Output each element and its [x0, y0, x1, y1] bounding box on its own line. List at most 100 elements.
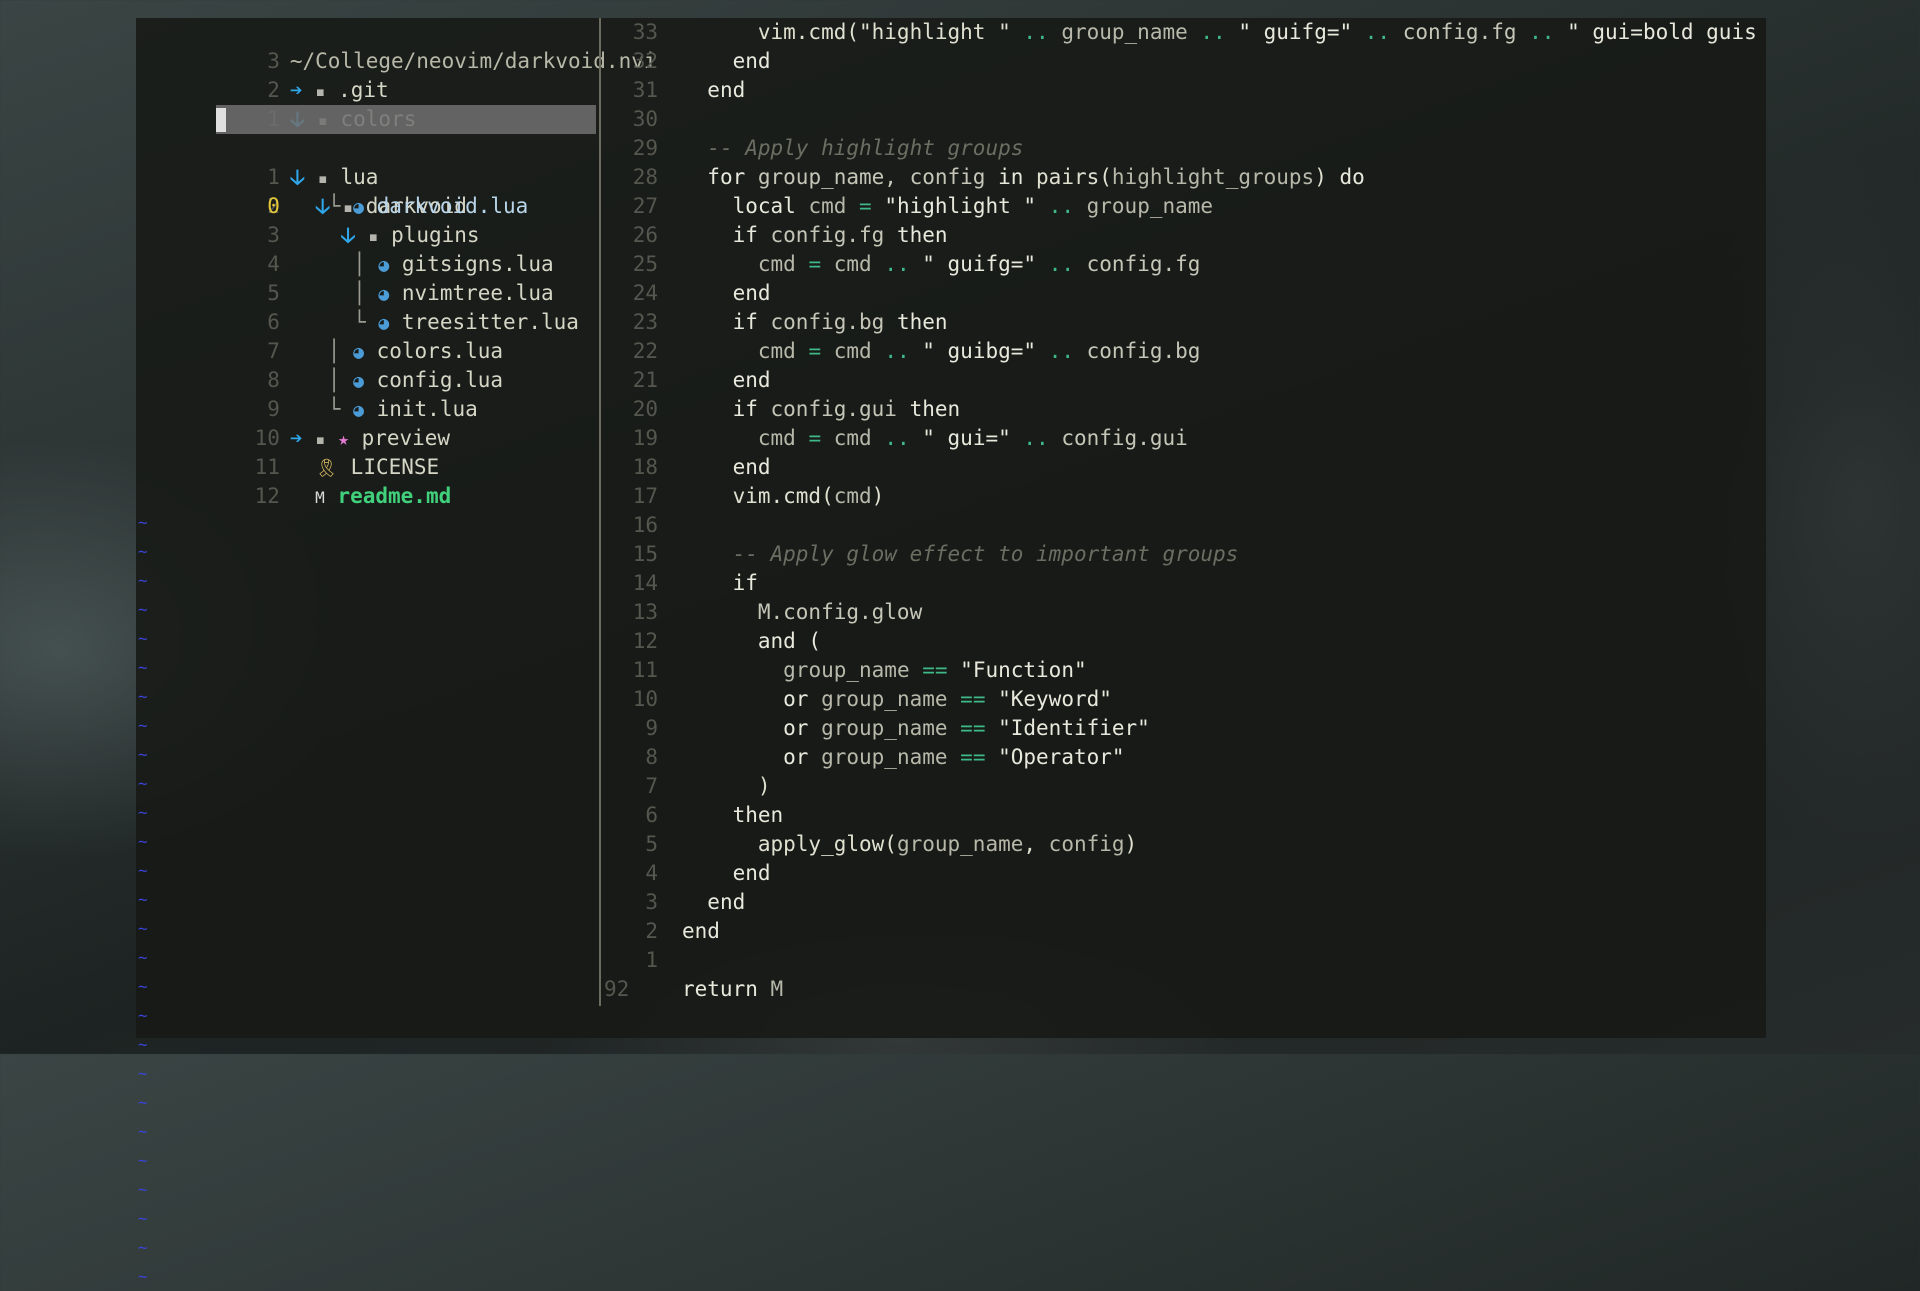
code-line[interactable]: 27 local cmd = "highlight " .. group_nam… — [602, 192, 1766, 221]
code-token: .. — [1516, 20, 1555, 44]
code-line[interactable]: 33 vim.cmd("highlight " .. group_name ..… — [602, 18, 1766, 47]
code-token: cmd — [757, 252, 796, 276]
code-token: group_name — [1073, 194, 1214, 218]
code-token: vim.cmd( — [732, 484, 834, 508]
code-token: then — [884, 310, 948, 334]
tilde-marker: ~ — [138, 1238, 148, 1257]
code-line[interactable]: 14 if — [602, 569, 1766, 598]
code-token: "highlight " — [871, 194, 1037, 218]
line-number: 7 — [645, 774, 658, 798]
code-line[interactable]: 17 vim.cmd(cmd) — [602, 482, 1766, 511]
tilde-marker: ~ — [138, 745, 148, 764]
tree-item-readme[interactable]: 12 M readme.md — [136, 453, 600, 508]
tree-item-treesitter[interactable]: 6 └ ◕ treesitter.lua — [136, 279, 600, 334]
code-line[interactable]: 13 M.config.glow — [602, 598, 1766, 627]
lua-file-icon: ◕ — [353, 197, 364, 218]
code-line[interactable]: 9 or group_name == "Identifier" — [602, 714, 1766, 743]
tree-item-config-lua[interactable]: 8 │ ◕ config.lua — [136, 337, 600, 392]
code-token: cmd — [795, 194, 847, 218]
line-number: 1 — [645, 948, 658, 972]
code-token: config.gui — [757, 397, 897, 421]
neovim-window[interactable]: 3 ~/College/neovim/darkvoid.nvi 2 ➔ ▪ .git… — [136, 18, 1766, 1286]
code-line[interactable]: 5 apply_glow(group_name, config) — [602, 830, 1766, 859]
code-line[interactable]: 28 for group_name, config in pairs(highl… — [602, 163, 1766, 192]
code-line[interactable]: 32 end — [602, 47, 1766, 76]
code-line[interactable]: 3 end — [602, 888, 1766, 917]
code-line[interactable]: 29 -- Apply highlight groups — [602, 134, 1766, 163]
code-token: group_name — [808, 716, 948, 740]
code-line[interactable]: 21 end — [602, 366, 1766, 395]
window-split-divider[interactable] — [599, 18, 601, 1006]
tree-item-gitsigns[interactable]: 4 │ ◕ gitsigns.lua — [136, 221, 600, 276]
tree-item-darkvoid[interactable]: 2 🡣 ▪ darkvoid — [136, 163, 600, 218]
code-token: "Operator" — [985, 745, 1125, 769]
tree-item-label[interactable]: readme.md — [337, 484, 451, 508]
code-line[interactable]: 11 group_name == "Function" — [602, 656, 1766, 685]
code-token: "Identifier" — [985, 716, 1150, 740]
code-line[interactable]: 10 or group_name == "Keyword" — [602, 685, 1766, 714]
code-line[interactable]: 19 cmd = cmd .. " gui=" .. config.gui — [602, 424, 1766, 453]
line-number: 15 — [632, 542, 658, 566]
code-line[interactable]: 2 end — [602, 917, 1766, 946]
code-token: == — [947, 745, 986, 769]
code-token: end — [732, 281, 771, 305]
code-line[interactable]: 12 and ( — [602, 627, 1766, 656]
code-token: .. — [871, 426, 910, 450]
code-token: cmd — [821, 339, 872, 363]
code-line[interactable]: 24 end — [602, 279, 1766, 308]
code-line[interactable]: 25 cmd = cmd .. " guifg=" .. config.fg — [602, 250, 1766, 279]
code-token: "Function" — [947, 658, 1087, 682]
line-number: 26 — [632, 223, 658, 247]
tree-item-preview[interactable]: 10 ➔ ▪ ★ preview — [136, 395, 600, 450]
code-line[interactable]: 15 -- Apply glow effect to important gro… — [602, 540, 1766, 569]
code-line[interactable]: 22 cmd = cmd .. " guibg=" .. config.bg — [602, 337, 1766, 366]
cursor-block — [216, 108, 226, 132]
code-line[interactable]: 7 ) — [602, 772, 1766, 801]
code-line[interactable]: 31 end — [602, 76, 1766, 105]
tree-item-init-lua[interactable]: 9 └ ◕ init.lua — [136, 366, 600, 421]
code-line[interactable]: 18 end — [602, 453, 1766, 482]
code-token: end — [732, 455, 771, 479]
tree-item-git[interactable]: 2 ➔ ▪ .git — [136, 47, 600, 102]
code-token: if — [732, 310, 758, 334]
code-token: group_name — [808, 687, 948, 711]
code-token: for — [707, 165, 746, 189]
code-line[interactable]: 23 if config.bg then — [602, 308, 1766, 337]
nvimtree-pane[interactable]: 3 ~/College/neovim/darkvoid.nvi 2 ➔ ▪ .git… — [136, 18, 657, 1286]
code-line[interactable]: 20 if config.gui then — [602, 395, 1766, 424]
line-number: 12 — [254, 484, 280, 508]
code-line[interactable]: 1 — [602, 946, 1766, 975]
code-token: .. — [1036, 252, 1074, 276]
tilde-marker: ~ — [138, 1122, 148, 1141]
code-line[interactable]: 4 end — [602, 859, 1766, 888]
code-line[interactable]: 26 if config.fg then — [602, 221, 1766, 250]
code-token: " gui=" — [909, 426, 1011, 450]
code-token: in — [985, 165, 1024, 189]
tree-item-darkvoid-lua-selected[interactable]: 0 └ ◕ darkvoid.lua — [136, 105, 600, 218]
code-editor-pane[interactable]: 33 vim.cmd("highlight " .. group_name ..… — [602, 18, 1766, 1038]
line-number: 4 — [645, 861, 658, 885]
tree-item-colors-lua[interactable]: 7 │ ◕ colors.lua — [136, 308, 600, 363]
tree-item-license[interactable]: 11 🎗 LICENSE — [136, 424, 600, 479]
code-token: , — [1023, 832, 1049, 856]
line-number: 31 — [632, 78, 658, 102]
tree-item-lua[interactable]: 1 🡣 ▪ lua — [136, 134, 600, 189]
code-line[interactable]: 8 or group_name == "Operator" — [602, 743, 1766, 772]
line-number: 92 — [604, 977, 630, 1001]
tree-item-label[interactable]: darkvoid.lua — [377, 194, 529, 218]
tree-item-colors[interactable]: 1🡣 ▪ colors — [136, 76, 600, 131]
tree-item-nvimtree[interactable]: 5 │ ◕ nvimtree.lua — [136, 250, 600, 305]
line-number: 32 — [632, 49, 658, 73]
code-line[interactable]: 30 — [602, 105, 1766, 134]
line-number: 16 — [632, 513, 658, 537]
code-line[interactable]: 6 then — [602, 801, 1766, 830]
code-token: group_name — [1048, 20, 1188, 44]
code-line[interactable]: 16 — [602, 511, 1766, 540]
code-token: vim.cmd("highlight " — [757, 20, 1011, 44]
line-number: 28 — [632, 165, 658, 189]
code-line[interactable]: 92 return M — [602, 975, 1766, 1004]
tree-root-header[interactable]: 3 ~/College/neovim/darkvoid.nvi — [136, 18, 656, 73]
code-token: group_name — [783, 658, 910, 682]
code-token: .. — [1036, 194, 1074, 218]
code-token: cmd — [757, 339, 796, 363]
